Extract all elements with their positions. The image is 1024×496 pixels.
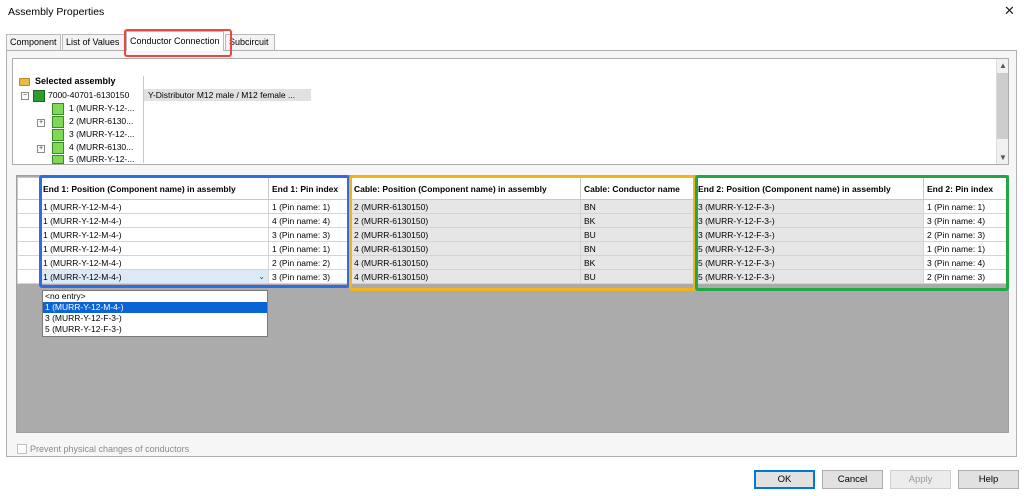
assembly-tree-view[interactable] <box>12 58 1009 165</box>
expand-icon[interactable]: + <box>37 145 45 153</box>
cancel-button[interactable]: Cancel <box>822 470 883 489</box>
component-icon <box>52 129 64 141</box>
tree-root-label: Selected assembly <box>35 76 116 86</box>
row-header[interactable] <box>17 199 40 214</box>
assembly-description: Y-Distributor M12 male / M12 female ... <box>144 89 311 101</box>
tab-subcircuit[interactable]: Subcircuit <box>225 34 275 50</box>
row-header[interactable] <box>17 255 40 270</box>
tree-item[interactable]: 1 (MURR-Y-12-... <box>69 103 134 113</box>
tree-item[interactable]: 2 (MURR-6130... <box>69 116 133 126</box>
close-icon[interactable]: ✕ <box>1004 3 1015 19</box>
component-icon <box>52 103 64 115</box>
tree-item[interactable]: 5 (MURR-Y-12-... <box>69 154 134 164</box>
tree-assembly-node[interactable]: 7000-40701-6130150 <box>48 90 129 100</box>
folder-icon <box>19 78 30 86</box>
cable-icon <box>52 142 64 154</box>
row-header[interactable] <box>17 241 40 256</box>
scroll-up-icon[interactable]: ▲ <box>999 61 1007 70</box>
dropdown-option[interactable]: 3 (MURR-Y-12-F-3-) <box>43 313 267 324</box>
prevent-changes-checkbox[interactable] <box>17 444 27 454</box>
row-header[interactable] <box>17 213 40 228</box>
end1-position-dropdown[interactable]: <no entry> 1 (MURR-Y-12-M-4-) 3 (MURR-Y-… <box>42 290 268 337</box>
tab-list-of-values[interactable]: List of Values <box>62 34 125 50</box>
tree-item[interactable]: 4 (MURR-6130... <box>69 142 133 152</box>
scroll-down-icon[interactable]: ▼ <box>999 153 1007 162</box>
cable-highlight-frame <box>349 175 696 291</box>
row-header-corner <box>17 177 40 200</box>
tree-scrollbar-thumb[interactable] <box>997 73 1008 139</box>
apply-button[interactable]: Apply <box>890 470 951 489</box>
end1-highlight-frame <box>39 175 350 288</box>
tab-component[interactable]: Component <box>6 34 61 50</box>
row-header[interactable] <box>17 269 40 284</box>
cable-icon <box>52 116 64 128</box>
assembly-icon <box>33 90 45 102</box>
tab-highlight-frame <box>124 29 232 57</box>
component-icon <box>52 155 64 164</box>
expand-icon[interactable]: + <box>37 119 45 127</box>
window-title: Assembly Properties <box>8 6 105 18</box>
dropdown-option-selected[interactable]: 1 (MURR-Y-12-M-4-) <box>43 302 267 313</box>
dropdown-option[interactable]: 5 (MURR-Y-12-F-3-) <box>43 324 267 335</box>
prevent-changes-label: Prevent physical changes of conductors <box>30 444 190 454</box>
ok-button[interactable]: OK <box>754 470 815 489</box>
tree-item[interactable]: 3 (MURR-Y-12-... <box>69 129 134 139</box>
dropdown-option[interactable]: <no entry> <box>43 291 267 302</box>
end2-highlight-frame <box>695 175 1009 291</box>
help-button[interactable]: Help <box>958 470 1019 489</box>
row-header[interactable] <box>17 227 40 242</box>
collapse-icon[interactable]: − <box>21 92 29 100</box>
